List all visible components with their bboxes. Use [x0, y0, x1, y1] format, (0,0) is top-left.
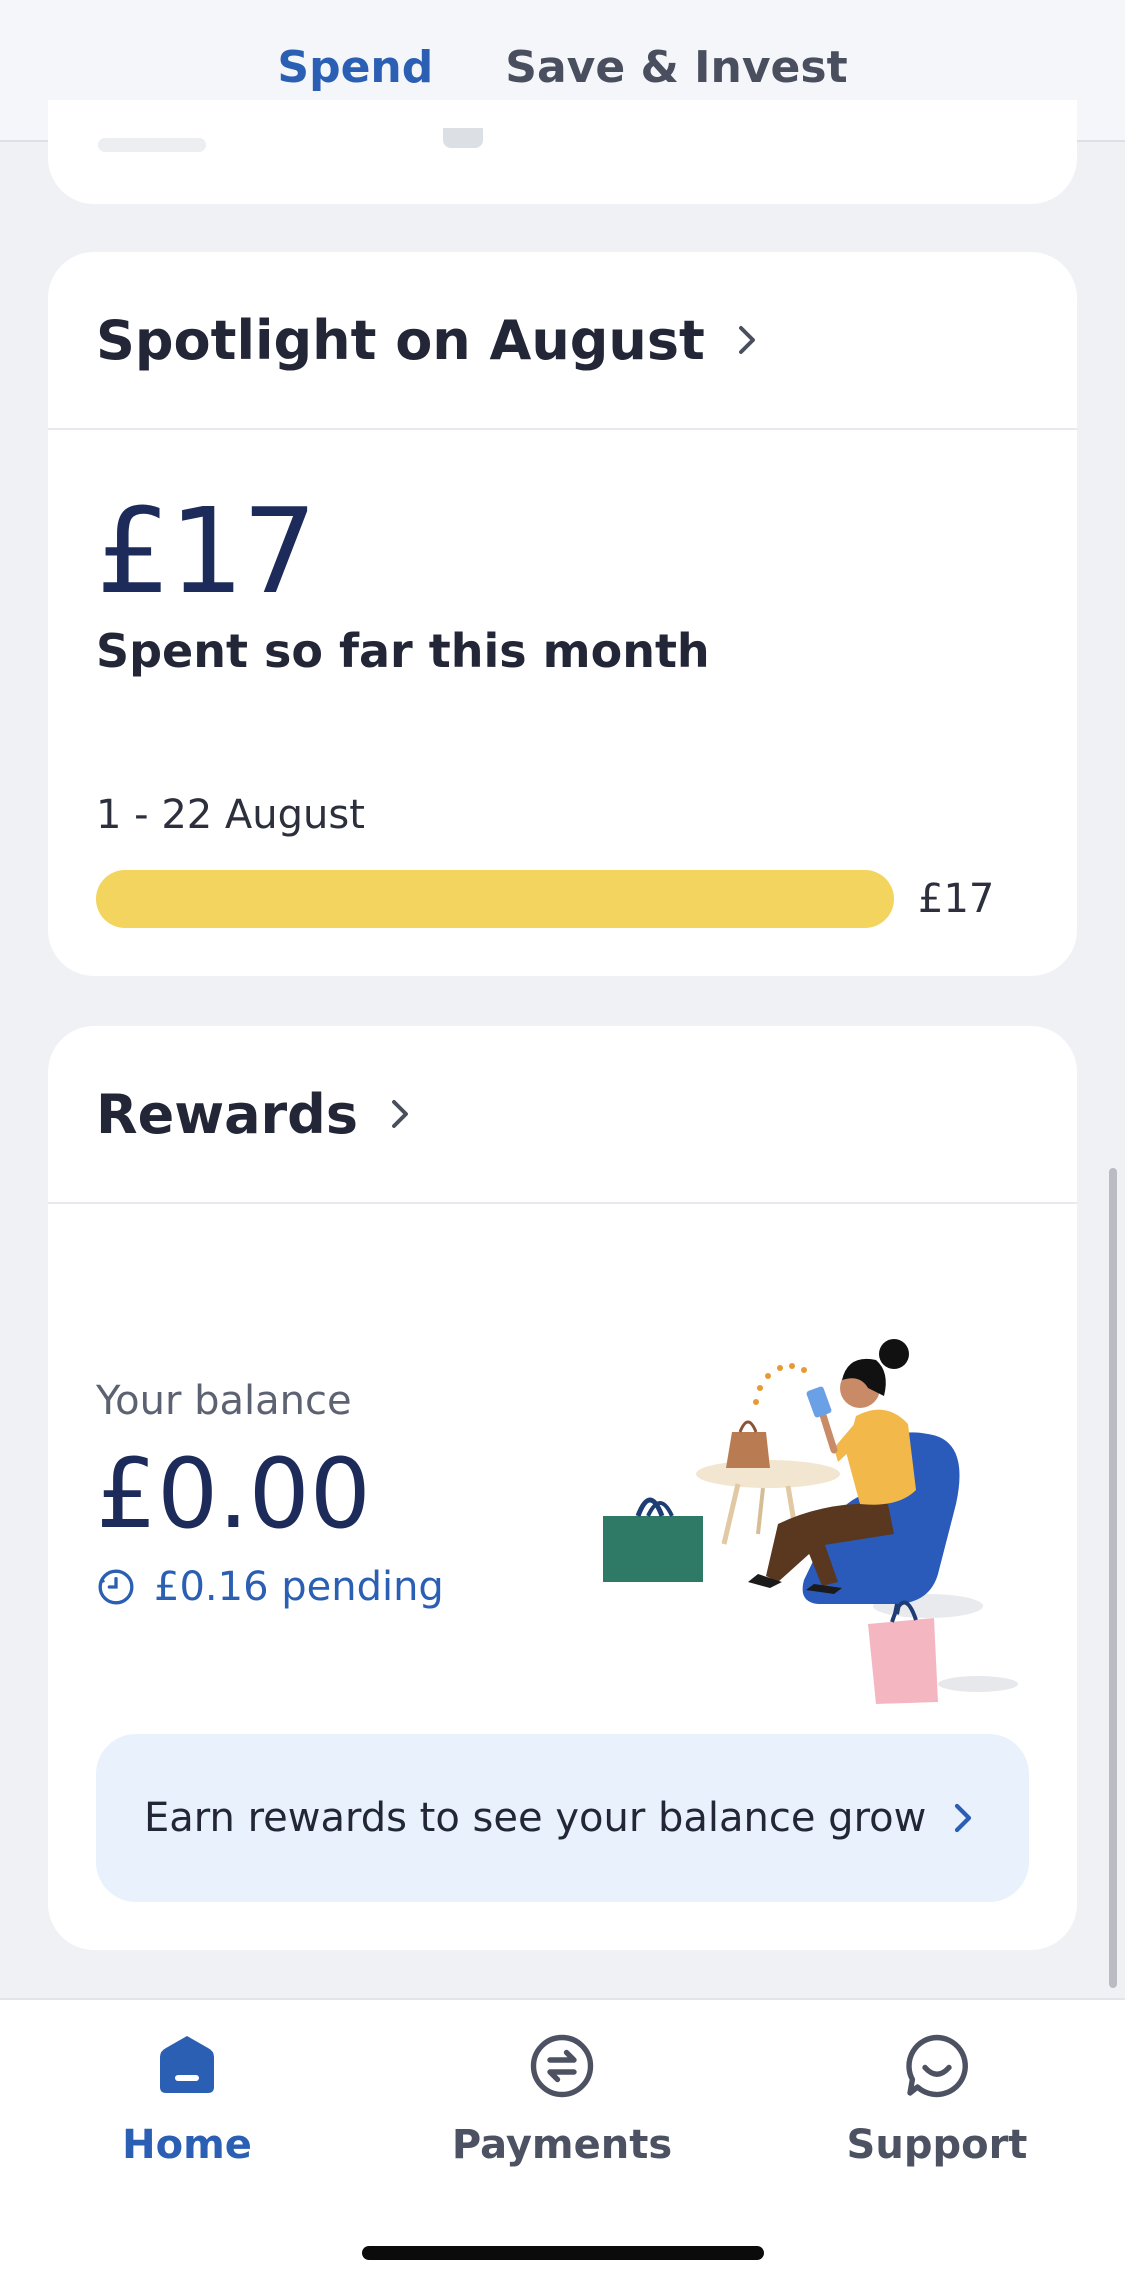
- bottom-navigation: Home Payments Support: [0, 1998, 1125, 2284]
- pending-text: £0.16 pending: [154, 1564, 444, 1610]
- nav-payments[interactable]: Payments: [412, 2030, 712, 2168]
- home-icon: [160, 2036, 214, 2093]
- date-range: 1 - 22 August: [96, 792, 365, 838]
- payments-icon: [530, 2034, 594, 2098]
- clock-icon: [98, 1569, 134, 1605]
- spend-progress-bar: [96, 870, 894, 928]
- earn-rewards-banner[interactable]: Earn rewards to see your balance grow: [96, 1734, 1029, 1902]
- balance-label: Your balance: [96, 1378, 352, 1424]
- rewards-title: Rewards: [96, 1082, 358, 1146]
- spotlight-header[interactable]: Spotlight on August: [48, 252, 1077, 430]
- home-indicator: [362, 2246, 764, 2260]
- shopping-illustration: [603, 1339, 1018, 1704]
- nav-payments-label: Payments: [451, 2122, 673, 2168]
- earn-rewards-text: Earn rewards to see your balance grow: [144, 1795, 927, 1841]
- nav-support-label: Support: [846, 2122, 1028, 2168]
- pending-amount: £0.16 pending: [96, 1564, 444, 1610]
- rewards-card: Rewards Your balance £0.00 £0.16 pending: [48, 1026, 1077, 1950]
- previous-card-bottom: [48, 100, 1077, 204]
- spotlight-title: Spotlight on August: [96, 308, 705, 372]
- scrollbar[interactable]: [1109, 1168, 1117, 1988]
- chevron-right-icon: [954, 1803, 972, 1833]
- nav-home[interactable]: Home: [37, 2030, 337, 2168]
- progress-track: [98, 138, 206, 152]
- spent-subtitle: Spent so far this month: [96, 624, 710, 678]
- support-icon: [906, 2034, 968, 2098]
- nav-home-label: Home: [122, 2122, 252, 2168]
- tab-spend[interactable]: Spend: [277, 42, 434, 107]
- spent-amount: £17: [96, 482, 317, 620]
- tab-save-invest[interactable]: Save & Invest: [505, 42, 847, 103]
- balance-amount: £0.00: [96, 1438, 371, 1550]
- chevron-right-icon: [738, 326, 755, 354]
- rewards-header[interactable]: Rewards: [48, 1026, 1077, 1204]
- nav-support[interactable]: Support: [787, 2030, 1087, 2168]
- chevron-right-icon: [392, 1100, 408, 1128]
- spend-bar-label: £17: [918, 876, 995, 922]
- spotlight-card: Spotlight on August £17 Spent so far thi…: [48, 252, 1077, 976]
- clipped-text: [443, 128, 483, 148]
